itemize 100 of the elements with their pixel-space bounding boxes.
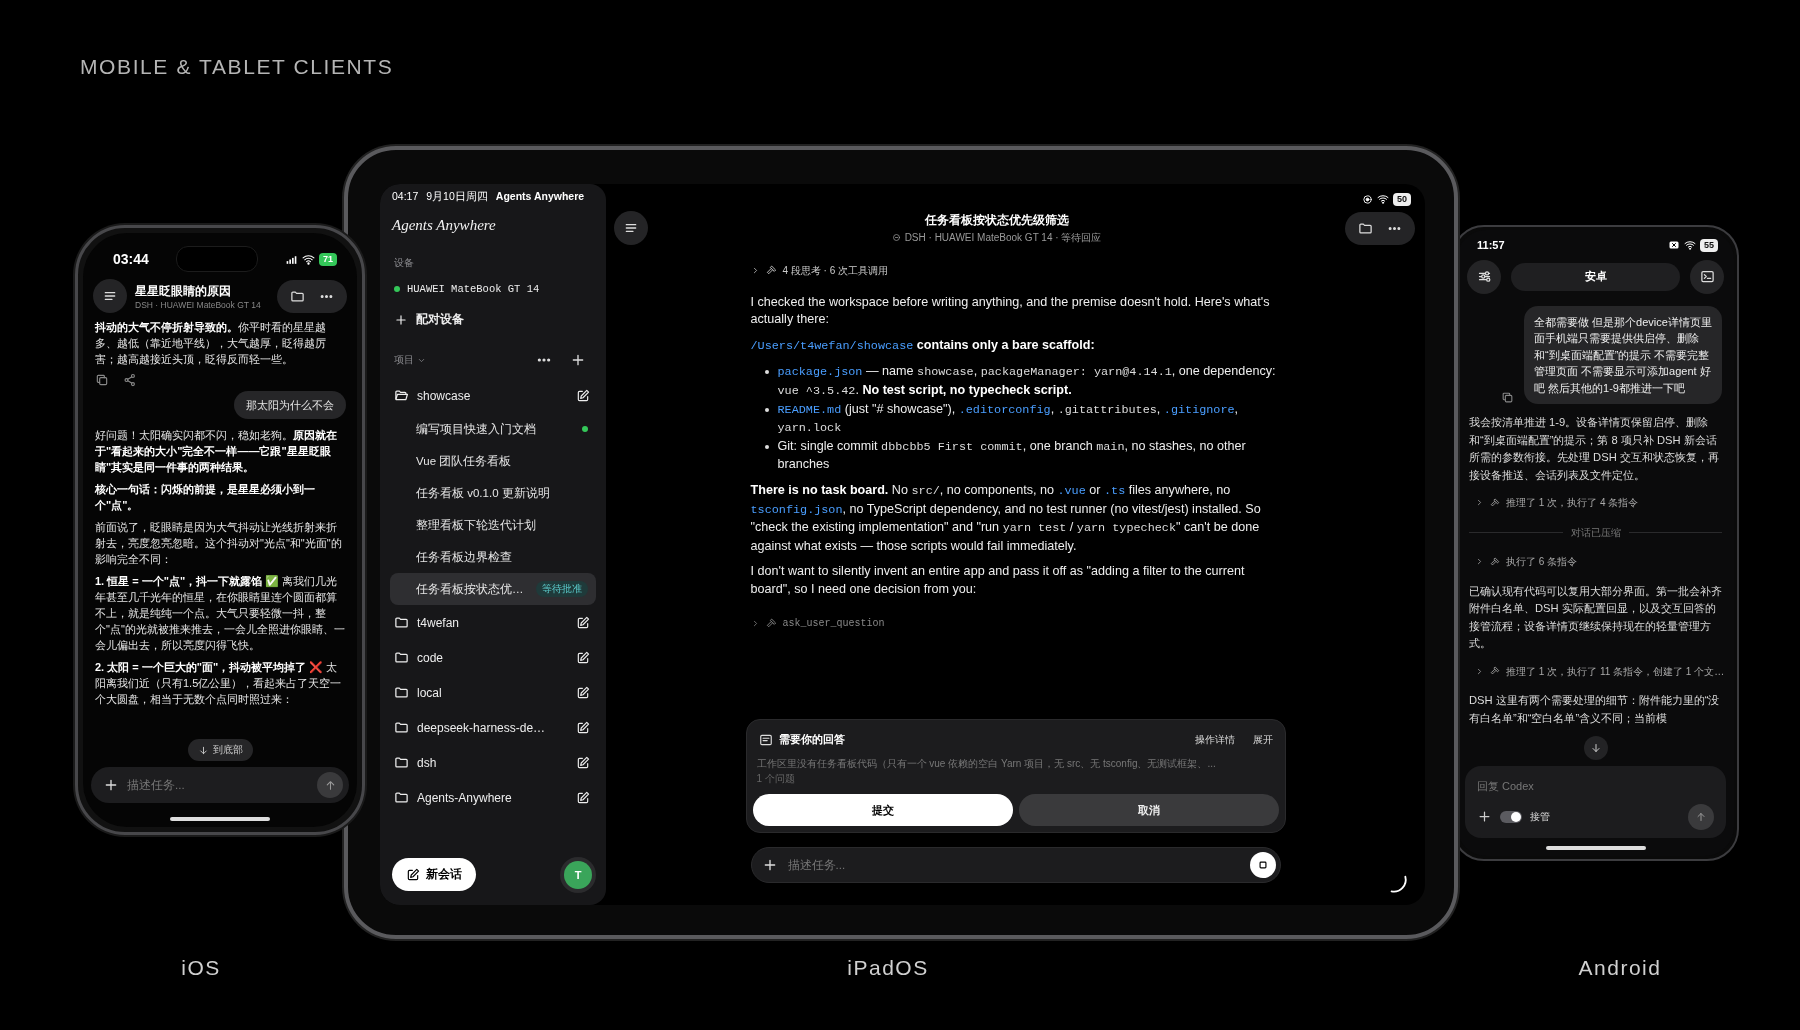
reply-input[interactable]: 回复 Codex <box>1477 779 1714 792</box>
folder-icon <box>394 755 409 770</box>
hammer-icon <box>1490 556 1500 567</box>
card-action[interactable]: 展开 <box>1252 732 1273 747</box>
chevron-right-icon <box>1475 557 1484 567</box>
stop-button[interactable] <box>1249 852 1276 878</box>
folder-icon[interactable] <box>1358 220 1373 236</box>
task-input[interactable]: 描述任务... <box>127 779 309 791</box>
new-chat-button[interactable]: 新会话 <box>392 858 476 891</box>
chevron-right-icon <box>1475 666 1484 676</box>
tool-summary[interactable]: 推理了 1 次，执行了 11 条指令，创建了 1 个文… <box>1475 662 1725 680</box>
project-item[interactable]: Agents-Anywhere <box>390 780 596 815</box>
file-link[interactable]: .ts <box>1103 483 1126 498</box>
hammer-icon <box>765 617 777 629</box>
arrow-down-icon <box>1589 741 1602 754</box>
projects-dropdown[interactable]: 项目 <box>394 353 426 367</box>
share-icon[interactable] <box>123 373 137 387</box>
terminal-icon <box>1699 269 1715 284</box>
project-item[interactable]: t4wefan <box>390 605 596 640</box>
status-time: 04:17 <box>392 190 419 204</box>
settings-button[interactable] <box>1467 259 1501 294</box>
copy-icon[interactable] <box>1501 391 1514 404</box>
project-item[interactable]: deepseek-harness-de… <box>390 710 596 745</box>
folder-icon <box>394 790 409 805</box>
file-link[interactable]: README.md <box>777 402 842 417</box>
chat-subtitle: DSH · HUAWEI MateBook GT 14 · 等待回应 <box>904 230 1102 245</box>
edit-icon[interactable] <box>576 388 590 403</box>
project-item[interactable]: dsh <box>390 745 596 780</box>
device-label: Android <box>1578 956 1662 980</box>
file-link[interactable]: package.json <box>777 365 863 380</box>
message-text: I checked the workspace before writing anything, and the premise doesn't hold. Here's what's actually there: <box>750 293 1271 329</box>
file-link[interactable]: .vue <box>1057 483 1086 498</box>
tool-call[interactable]: ask_user_question <box>750 614 885 633</box>
card-title: 需要你的回答 <box>778 732 846 747</box>
project-item[interactable]: local <box>390 675 596 710</box>
project-item[interactable]: code <box>390 640 596 675</box>
folder-icon[interactable] <box>290 288 305 304</box>
session-item[interactable]: 整理看板下轮迭代计划 <box>390 509 596 541</box>
section-heading: MOBILE & TABLET CLIENTS <box>80 55 394 79</box>
menu-button[interactable] <box>614 211 648 245</box>
tool-summary[interactable]: 执行了 6 条指令 <box>1475 553 1578 571</box>
plus-icon[interactable] <box>103 777 119 793</box>
wifi-icon <box>1684 239 1696 251</box>
edit-icon[interactable] <box>576 685 590 700</box>
plus-icon[interactable] <box>570 352 586 368</box>
plus-icon[interactable] <box>1477 809 1492 824</box>
project-item[interactable]: showcase <box>390 378 596 413</box>
status-time: 11:57 <box>1477 239 1505 251</box>
file-link[interactable]: .editorconfig <box>958 402 1051 417</box>
bullet-icon <box>764 444 769 449</box>
battery-indicator: 71 <box>318 252 337 266</box>
chat-title: 任务看板按状态优先级筛选 <box>924 211 1069 229</box>
arrow-down-icon <box>197 744 209 756</box>
session-item[interactable]: Vue 团队任务看板 <box>390 445 596 477</box>
hammer-icon <box>1490 666 1500 677</box>
folder-icon <box>394 650 409 665</box>
tool-summary[interactable]: 推理了 1 次，执行了 4 条指令 <box>1475 494 1639 512</box>
edit-icon[interactable] <box>576 615 590 630</box>
composer-bar[interactable]: 描述任务... <box>91 767 349 803</box>
bullet-icon <box>764 407 769 412</box>
terminal-button[interactable] <box>1690 259 1724 294</box>
edit-icon[interactable] <box>576 790 590 805</box>
sim-icon <box>1668 239 1680 251</box>
folder-icon <box>394 720 409 735</box>
file-link[interactable]: /Users/t4wefan/showcase <box>750 338 914 353</box>
edit-icon[interactable] <box>576 650 590 665</box>
user-message: 全都需要做 但是那个device详情页里面手机端只需要提供供启停、删除和“到桌面端配置”的提示 不需要完整管理页面 不需要显示可添加agent 好吧 然后其他的1-9都推进一下吧 <box>1524 305 1722 404</box>
task-input[interactable]: 描述任务... <box>787 859 1240 871</box>
edit-icon[interactable] <box>576 720 590 735</box>
copy-icon[interactable] <box>95 373 109 387</box>
session-item[interactable]: 编写项目快速入门文档 <box>390 413 596 445</box>
send-button[interactable] <box>317 772 343 798</box>
scroll-down-button[interactable] <box>1583 735 1608 760</box>
tool-summary[interactable]: 4 段思考 · 6 次工具调用 <box>750 262 889 280</box>
composer-bar[interactable]: 描述任务... <box>750 847 1281 883</box>
message-text: 核心一句话：闪烁的前提，是星星必须小到一个"点"。 <box>95 482 316 513</box>
message-text: 抖动的大气不停折射导致的。你平时看的星星越多、越低（靠近地平线），大气越厚，眨得越厉害；越高越接近头顶，眨得反而轻一些。 <box>95 320 327 367</box>
file-link[interactable]: tsconfig.json <box>750 502 843 517</box>
pair-device-button[interactable]: 配对设备 <box>390 311 468 328</box>
send-button[interactable] <box>1688 803 1714 830</box>
session-item[interactable]: 任务看板按状态优… 等待批准 <box>390 573 596 605</box>
scroll-to-bottom-button[interactable]: 到底部 <box>187 739 253 761</box>
toggle-label: 接管 <box>1530 809 1550 824</box>
message-text: 1. 恒星 = 一个"点"，抖一下就露馅 ✅ 离我们几光年甚至几千光年的恒星，在你眼睛里连个圆面都算不上，就是纯纯一个点。大气只要轻微一抖，整个"点"的光就被推来推去，一会儿全照进你眼睛、一会儿偏出去，所以亮度闪得飞快。 <box>95 574 346 653</box>
message-text: /Users/t4wefan/showcase contains only a bare scaffold: <box>750 336 1096 355</box>
takeover-toggle[interactable] <box>1500 810 1522 823</box>
device-item[interactable]: HUAWEI MateBook GT 14 <box>390 270 544 305</box>
menu-button[interactable] <box>93 279 127 313</box>
device-label: iPadOS <box>847 956 929 980</box>
submit-button[interactable]: 提交 <box>752 794 1013 826</box>
file-link[interactable]: .gitignore <box>1163 402 1235 417</box>
session-item[interactable]: 任务看板边界检查 <box>390 541 596 573</box>
divider-label: 对话已压缩 <box>1570 525 1621 540</box>
chat-subtitle: DSH · HUAWEI MateBook GT 14 <box>135 299 262 310</box>
card-action[interactable]: 操作详情 <box>1194 732 1235 747</box>
session-title[interactable]: 安卓 <box>1511 262 1680 291</box>
cancel-button[interactable]: 取消 <box>1018 794 1279 826</box>
hammer-icon <box>1490 497 1500 508</box>
session-item[interactable]: 任务看板 v0.1.0 更新说明 <box>390 477 596 509</box>
edit-icon[interactable] <box>576 755 590 770</box>
